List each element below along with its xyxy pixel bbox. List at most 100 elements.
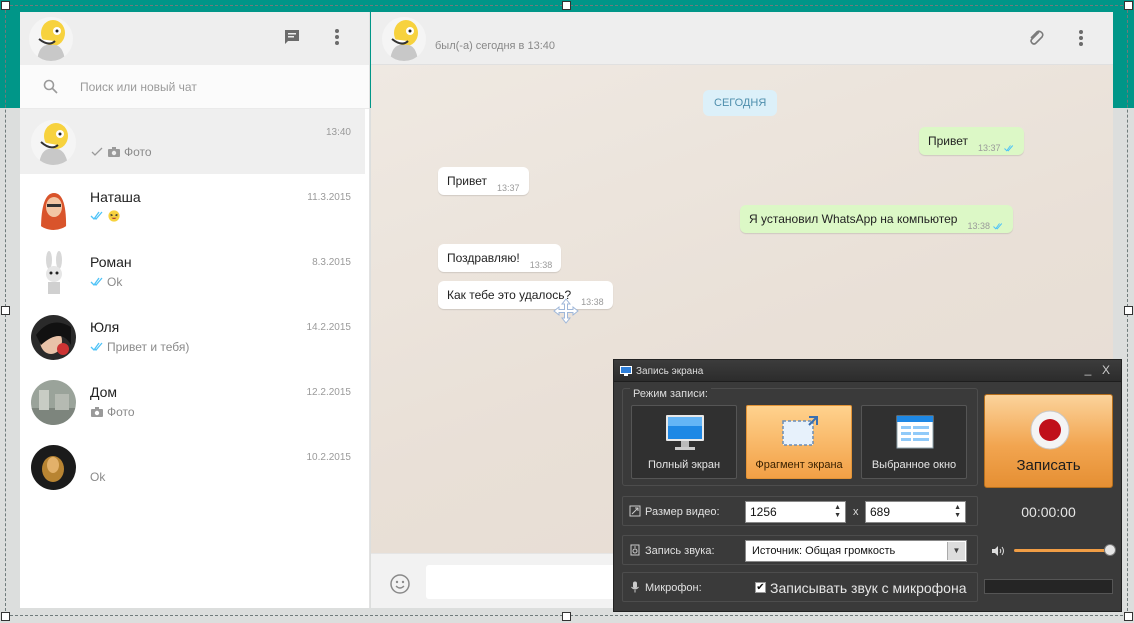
laughing-emoji-icon [108, 210, 120, 222]
width-input[interactable] [746, 502, 826, 522]
minimize-button[interactable]: _ [1081, 362, 1095, 376]
message-time: 13:38 [581, 297, 604, 307]
volume-slider-track[interactable] [1014, 549, 1109, 552]
volume-slider-handle[interactable] [1104, 544, 1116, 556]
menu-icon[interactable] [327, 27, 347, 47]
chat-preview-text: Фото [107, 405, 135, 419]
chat-preview: Фото [90, 145, 152, 159]
resize-icon [629, 505, 641, 517]
stepper-arrows-icon[interactable]: ▲ ▼ [834, 504, 841, 520]
message-bubble-outgoing: Я установил WhatsApp на компьютер 13:38 [740, 205, 1013, 233]
window-icon [896, 415, 934, 449]
mode-fullscreen-button[interactable]: Полный экран [631, 405, 737, 479]
selection-handle[interactable] [1124, 612, 1133, 621]
message-bubble-outgoing: Привет 13:37 [919, 127, 1024, 155]
camera-icon [91, 407, 103, 417]
chat-list-pane: 13:40 Фото Наташа 11.3.2015 [20, 12, 370, 608]
microphone-level-meter [984, 579, 1113, 594]
emoji-icon[interactable] [389, 573, 411, 595]
contact-avatar [31, 120, 76, 165]
attach-icon[interactable] [1026, 28, 1046, 48]
selection-handle[interactable] [562, 612, 571, 621]
chat-name: Наташа [90, 189, 141, 205]
chat-time: 13:40 [325, 127, 351, 138]
chat-preview-text: Привет и тебя) [107, 340, 190, 354]
record-label: Записать [1016, 457, 1081, 474]
double-check-icon [90, 211, 103, 221]
record-button[interactable]: Записать [984, 394, 1113, 488]
audio-record-row: Запись звука: Источник: Общая громкость … [622, 535, 978, 565]
volume-icon [992, 546, 1004, 556]
recorder-title: Запись экрана [636, 366, 704, 377]
mode-fragment-label: Фрагмент экрана [755, 459, 843, 471]
contact-avatar [31, 445, 76, 490]
microphone-label: Микрофон: [645, 582, 702, 594]
chat-item-0[interactable]: 13:40 Фото [20, 109, 365, 174]
chat-item-2[interactable]: Роман 8.3.2015 Ok [20, 239, 365, 304]
message-meta: 13:37 [978, 143, 1015, 153]
mode-window-button[interactable]: Выбранное окно [861, 405, 967, 479]
message-text: Поздравляю! [447, 251, 520, 265]
mic-record-option-label[interactable]: Записывать звук с микрофона [770, 580, 966, 596]
new-chat-icon[interactable] [282, 27, 302, 47]
message-text: Привет [928, 134, 969, 148]
selection-handle[interactable] [1, 612, 10, 621]
selection-handle[interactable] [562, 1, 571, 10]
search-icon [43, 79, 58, 94]
video-size-label: Размер видео: [645, 506, 720, 518]
message-time: 13:37 [497, 183, 520, 193]
selection-handle[interactable] [1, 306, 10, 315]
check-icon [91, 147, 103, 156]
recording-timer: 00:00:00 [1021, 504, 1076, 520]
message-meta: 13:37 [497, 183, 520, 193]
mode-fragment-button[interactable]: Фрагмент экрана [746, 405, 852, 479]
microphone-icon [631, 581, 639, 593]
conversation-header: был(-а) сегодня в 13:40 [371, 12, 1113, 65]
contact-avatar[interactable] [382, 17, 426, 61]
selection-handle[interactable] [1, 1, 10, 10]
chat-time: 12.2.2015 [306, 387, 352, 398]
search-input[interactable] [80, 75, 350, 99]
mic-record-checkbox[interactable]: ✔ [755, 582, 766, 593]
microphone-row: Микрофон: ✔ Записывать звук с микрофона [622, 572, 978, 602]
message-meta: 13:38 [967, 221, 1004, 231]
recorder-app-icon [620, 366, 632, 376]
move-cursor-icon [553, 298, 579, 324]
screen-recorder-window: Запись экрана _ X Режим записи: Полный э… [613, 359, 1122, 612]
chat-name: Юля [90, 319, 120, 335]
chat-item-4[interactable]: Дом 12.2.2015 Фото [20, 369, 365, 434]
width-stepper[interactable]: ▲▼ [745, 501, 846, 523]
chat-item-1[interactable]: Наташа 11.3.2015 [20, 174, 365, 239]
my-avatar[interactable] [29, 17, 73, 61]
chat-preview: Ok [90, 275, 122, 289]
menu-icon[interactable] [1071, 28, 1091, 48]
camera-icon [108, 147, 120, 157]
fragment-select-icon [782, 416, 818, 446]
message-time: 13:38 [529, 260, 553, 270]
chat-item-3[interactable]: Юля 14.2.2015 Привет и тебя) [20, 304, 365, 369]
chat-time: 14.2.2015 [306, 322, 352, 333]
chat-list: 13:40 Фото Наташа 11.3.2015 Роман 8.3.20… [20, 109, 369, 499]
height-input[interactable] [866, 502, 946, 522]
monitor-icon [666, 415, 704, 450]
chat-item-5[interactable]: 10.2.2015 Ok [20, 434, 365, 499]
record-dot-icon [1030, 410, 1070, 450]
close-button[interactable]: X [1099, 363, 1113, 377]
message-bubble-incoming: Привет 13:37 [438, 167, 529, 195]
audio-source-select[interactable]: Источник: Общая громкость ▼ [745, 540, 967, 562]
chat-time: 10.2.2015 [306, 452, 352, 463]
chat-preview-text: Ok [107, 275, 123, 289]
selection-handle[interactable] [1124, 1, 1133, 10]
message-meta: 13:38 [581, 297, 604, 307]
recorder-title-bar[interactable]: Запись экрана _ X [614, 360, 1121, 382]
audio-record-label: Запись звука: [645, 545, 715, 557]
stepper-arrows-icon[interactable]: ▲ ▼ [954, 504, 961, 520]
message-text: Я установил WhatsApp на компьютер [749, 212, 958, 226]
height-stepper[interactable]: ▲▼ [865, 501, 966, 523]
chat-preview-text: Ok [90, 470, 106, 484]
chat-preview: Фото [90, 405, 135, 419]
speaker-icon [630, 544, 640, 556]
chevron-down-icon[interactable]: ▼ [947, 542, 965, 560]
selection-handle[interactable] [1124, 306, 1133, 315]
contact-status: был(-а) сегодня в 13:40 [435, 40, 555, 52]
